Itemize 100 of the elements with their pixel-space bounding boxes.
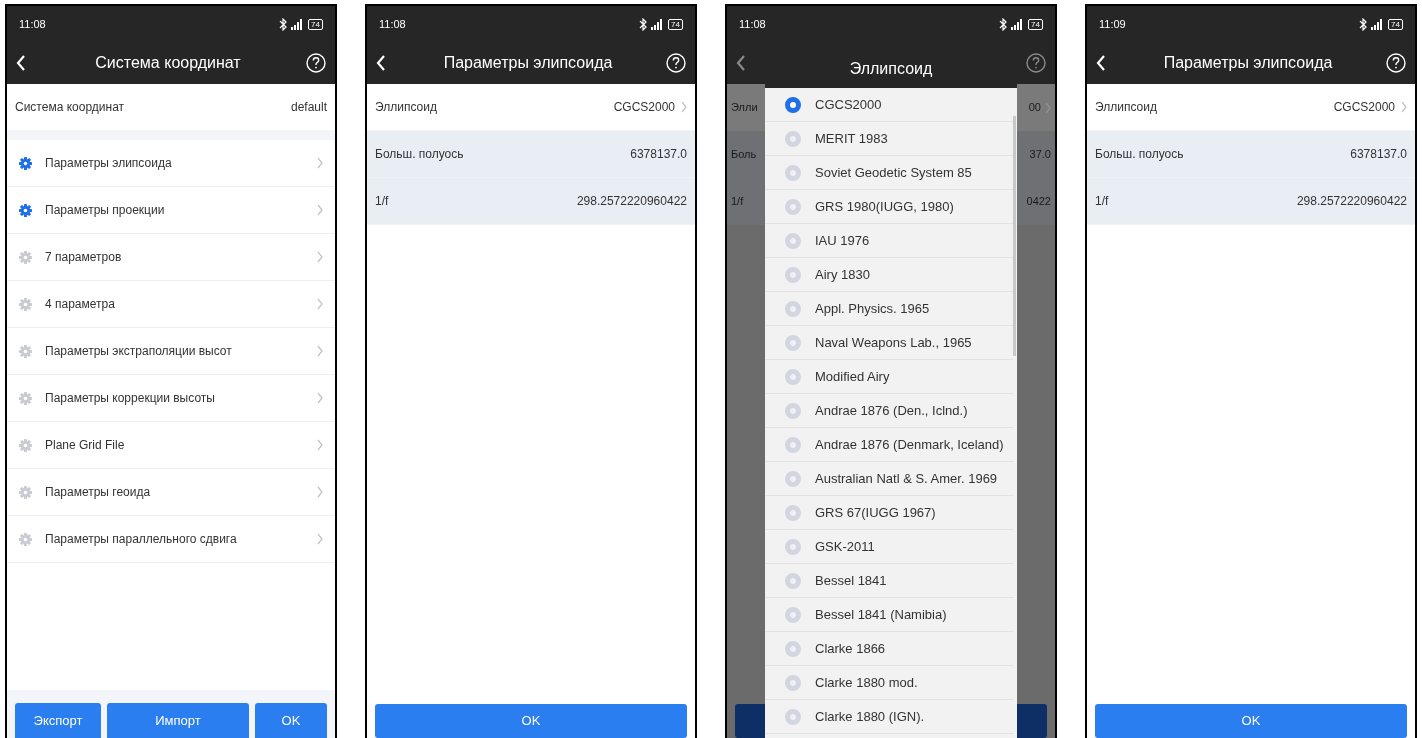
- chevron-icon: [317, 392, 323, 404]
- menu-label: Параметры экстраполяции высот: [45, 343, 233, 360]
- option-item[interactable]: Clarke 1880 (IGN).: [765, 700, 1013, 734]
- chevron-icon: [317, 533, 323, 545]
- option-item[interactable]: IAU 1976: [765, 224, 1013, 258]
- menu-label: Параметры элипсоида: [45, 155, 173, 172]
- option-item[interactable]: MERIT 1983: [765, 122, 1013, 156]
- option-item[interactable]: Andrae 1876 (Den., Iclnd.): [765, 394, 1013, 428]
- signal-icon: [651, 18, 663, 30]
- option-label: Clarke 1880 (IGN).: [815, 709, 925, 724]
- option-item[interactable]: Naval Weapons Lab., 1965: [765, 326, 1013, 360]
- chevron-icon: [317, 157, 323, 169]
- option-label: MERIT 1983: [815, 131, 888, 146]
- chevron-icon: [317, 204, 323, 216]
- option-item[interactable]: Airy 1830: [765, 258, 1013, 292]
- option-item[interactable]: Clarke 1880 mod.: [765, 666, 1013, 700]
- row-label: 1/f: [1095, 193, 1109, 210]
- option-label: GRS 1980(IUGG, 1980): [815, 199, 954, 214]
- row-value: 0422: [1026, 194, 1051, 210]
- row-label: Элли: [731, 100, 758, 116]
- menu-item[interactable]: Параметры геоида: [7, 469, 335, 516]
- menu-item[interactable]: 7 параметров: [7, 234, 335, 281]
- row-label: Эллипсоид: [375, 99, 437, 116]
- option-item[interactable]: GRS 1980(IUGG, 1980): [765, 190, 1013, 224]
- option-label: Clarke 1866: [815, 641, 886, 656]
- chevron-icon: [317, 345, 323, 357]
- menu-item[interactable]: 4 параметра: [7, 281, 335, 328]
- battery-level: 74: [668, 18, 683, 30]
- option-label: Australian Natl & S. Amer. 1969: [815, 471, 998, 486]
- menu-item[interactable]: Plane Grid File: [7, 422, 335, 469]
- option-item[interactable]: Andrae 1876 (Denmark, Iceland): [765, 428, 1013, 462]
- option-item[interactable]: GRS 67(IUGG 1967): [765, 496, 1013, 530]
- menu-item[interactable]: Параметры проекции: [7, 187, 335, 234]
- chevron-icon: [317, 251, 323, 263]
- screen-title: Параметры элипсоида: [1163, 53, 1333, 73]
- row-label: Больш. полуось: [375, 146, 464, 163]
- action-button[interactable]: Экспорт: [15, 703, 101, 738]
- bluetooth-icon: [1359, 17, 1368, 31]
- option-label: Naval Weapons Lab., 1965: [815, 335, 972, 350]
- option-item[interactable]: Appl. Physics. 1965: [765, 292, 1013, 326]
- status-time: 11:08: [379, 16, 406, 32]
- option-item[interactable]: GSK-2011: [765, 530, 1013, 564]
- menu-label: Параметры коррекции высоты: [45, 390, 216, 407]
- option-label: IAU 1976: [815, 233, 870, 248]
- dialog-title: Эллипсоид: [765, 50, 1017, 88]
- option-item[interactable]: Bessel 1841 (Namibia): [765, 598, 1013, 632]
- option-label: GRS 67(IUGG 1967): [815, 505, 936, 520]
- action-button[interactable]: OK: [255, 703, 327, 738]
- row-value: default: [290, 99, 327, 116]
- battery-level: 74: [1028, 18, 1043, 30]
- row-label: Боль: [731, 147, 757, 163]
- radio-button[interactable]: [785, 96, 801, 113]
- ok-button[interactable]: OK: [1095, 704, 1407, 738]
- action-button[interactable]: Импорт: [107, 703, 249, 738]
- option-item[interactable]: CGCS2000: [765, 88, 1013, 122]
- option-item[interactable]: Modified Airy: [765, 360, 1013, 394]
- menu-label: Параметры геоида: [45, 484, 152, 501]
- row-value: 6378137.0: [1350, 146, 1407, 163]
- row-label: Система координат: [15, 99, 125, 116]
- bluetooth-icon: [279, 17, 288, 31]
- menu-label: 7 параметров: [45, 249, 123, 266]
- option-item[interactable]: Australian Natl & S. Amer. 1969: [765, 462, 1013, 496]
- menu-item[interactable]: Параметры параллельного сдвига: [7, 516, 335, 563]
- status-time: 11:09: [1099, 16, 1126, 32]
- row-label: 1/f: [375, 193, 389, 210]
- battery-level: 74: [308, 18, 323, 30]
- option-label: Andrae 1876 (Denmark, Iceland): [815, 437, 1004, 452]
- menu-label: Параметры параллельного сдвига: [45, 531, 238, 548]
- signal-icon: [1011, 18, 1023, 30]
- signal-icon: [291, 18, 303, 30]
- row-value: 298.2572220960422: [1296, 193, 1407, 210]
- chevron-icon: [681, 101, 687, 113]
- option-label: Bessel 1841 (Namibia): [815, 607, 947, 622]
- screen-title: Система координат: [95, 53, 241, 73]
- option-label: Andrae 1876 (Den., Iclnd.): [815, 403, 968, 418]
- row-value: CGCS2000: [613, 99, 675, 116]
- option-item[interactable]: Clarke 1866: [765, 632, 1013, 666]
- option-item[interactable]: Soviet Geodetic System 85: [765, 156, 1013, 190]
- chevron-icon: [317, 439, 323, 451]
- row-label: Эллипсоид: [1095, 99, 1157, 116]
- menu-label: Параметры проекции: [45, 202, 166, 219]
- menu-item[interactable]: Параметры коррекции высоты: [7, 375, 335, 422]
- option-label: CGCS2000: [815, 97, 882, 112]
- option-item[interactable]: Bessel 1841: [765, 564, 1013, 598]
- chevron-icon: [317, 486, 323, 498]
- option-label: Airy 1830: [815, 267, 870, 282]
- row-label: 1/f: [731, 194, 744, 210]
- status-time: 11:08: [19, 16, 46, 32]
- screen-title: Параметры элипсоида: [443, 53, 613, 73]
- menu-item[interactable]: Параметры элипсоида: [7, 140, 335, 187]
- row-value: CGCS2000: [1333, 99, 1395, 116]
- row-label: Больш. полуось: [1095, 146, 1184, 163]
- ok-button[interactable]: OK: [375, 704, 687, 738]
- bluetooth-icon: [999, 17, 1008, 31]
- menu-label: Plane Grid File: [45, 437, 126, 454]
- option-label: Soviet Geodetic System 85: [815, 165, 972, 180]
- row-value: 00: [1028, 100, 1041, 116]
- option-label: Bessel 1841: [815, 573, 887, 588]
- menu-item[interactable]: Параметры экстраполяции высот: [7, 328, 335, 375]
- chevron-icon: [317, 298, 323, 310]
